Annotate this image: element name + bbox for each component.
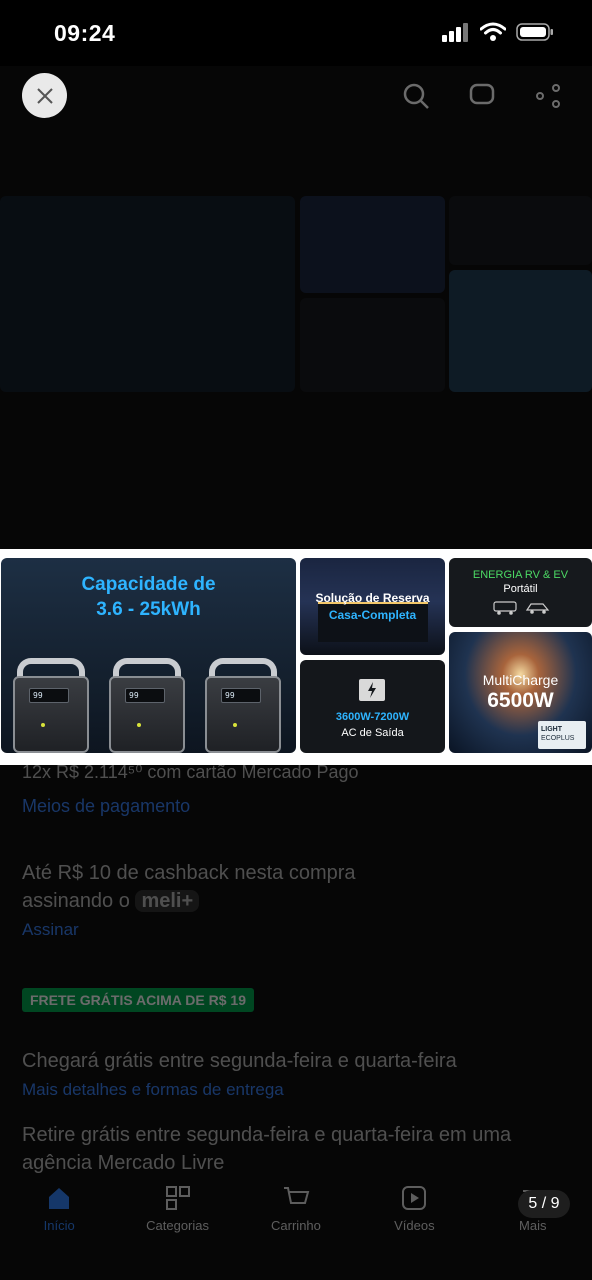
capacity-title-line1: Capacidade de — [81, 574, 216, 595]
cart-icon — [283, 1187, 310, 1204]
close-button[interactable] — [22, 73, 67, 118]
rv-subtitle: Portátil — [503, 583, 538, 595]
rv-title: ENERGIA RV & EV — [472, 569, 569, 581]
station-screen: 99 — [29, 688, 69, 703]
product-image[interactable]: Capacidade de 3.6 - 25kWh 99 99 99 Soluç… — [0, 549, 592, 765]
installments-text: 12x R$ 2.114⁵⁰ com cartão Mercado Pago — [22, 762, 359, 782]
ac-output-tile: 3600W-7200W AC de Saída — [300, 660, 445, 753]
close-icon — [36, 87, 53, 104]
capacity-title-line2: 3.6 - 25kWh — [96, 599, 201, 620]
watermark-line1: LIGHT — [541, 726, 562, 733]
multicharge-tile: MultiCharge 6500W LIGHT ECOPLUS — [449, 632, 592, 753]
payment-methods-link[interactable]: Meios de pagamento — [22, 796, 190, 817]
status-bar: 09:24 — [0, 0, 592, 66]
watermark-line2: ECOPLUS — [541, 735, 575, 742]
status-time: 09:24 — [54, 20, 116, 46]
search-icon[interactable] — [402, 82, 430, 110]
backup-subtitle: Casa-Completa — [328, 608, 417, 622]
delivery-text: Chegará grátis entre segunda-feira e qua… — [22, 1050, 457, 1072]
multicharge-title: MultiCharge — [482, 672, 559, 688]
pickup-text-2: agência Mercado Livre — [22, 1152, 225, 1174]
power-station-3: 99 — [205, 658, 281, 753]
nav-home-label: Início — [43, 1218, 75, 1233]
share-icon[interactable] — [534, 82, 562, 110]
rv-icon — [493, 601, 517, 615]
favorite-icon[interactable] — [468, 82, 496, 110]
nav-cart-label: Carrinho — [271, 1218, 321, 1233]
free-shipping-badge: FRETE GRÁTIS ACIMA DE R$ 19 — [22, 988, 254, 1012]
meli-plus-badge: meli+ — [135, 890, 200, 912]
station-screen: 99 — [125, 688, 165, 703]
cashback-text-2-label: assinando o — [22, 890, 130, 912]
car-icon — [525, 603, 550, 614]
nav-more-label: Mais — [519, 1218, 547, 1233]
wifi-icon — [480, 22, 506, 41]
categories-icon — [165, 1186, 190, 1210]
delivery-details-link[interactable]: Mais detalhes e formas de entrega — [22, 1080, 284, 1100]
videos-icon — [402, 1186, 427, 1210]
power-station-1: 99 — [13, 658, 89, 753]
watermark-logo: LIGHT ECOPLUS — [538, 721, 586, 749]
ac-range: 3600W-7200W — [335, 711, 410, 723]
power-station-2: 99 — [109, 658, 185, 753]
nav-home[interactable]: Início — [9, 1184, 109, 1280]
nav-categories[interactable]: Categorias — [128, 1184, 228, 1280]
rv-ev-tile: ENERGIA RV & EV Portátil — [449, 558, 592, 627]
cellular-signal-icon — [442, 23, 468, 42]
header-actions — [402, 82, 562, 110]
cashback-text-2: assinando o meli+ — [22, 890, 200, 913]
background-product-image — [0, 196, 592, 394]
page-counter: 5 / 9 — [518, 1190, 570, 1218]
nav-cart[interactable]: Carrinho — [246, 1184, 346, 1280]
backup-title: Solução de Reserva — [315, 591, 430, 605]
station-screen: 99 — [221, 688, 261, 703]
bottom-navigation: Início Categorias Carrinho Vídeos Mais — [0, 1174, 592, 1280]
nav-categories-label: Categorias — [146, 1218, 210, 1233]
battery-icon — [516, 23, 553, 41]
subscribe-link[interactable]: Assinar — [22, 920, 79, 940]
nav-videos[interactable]: Vídeos — [364, 1184, 464, 1280]
capacity-tile: Capacidade de 3.6 - 25kWh 99 99 99 — [1, 558, 296, 753]
home-icon — [49, 1188, 70, 1209]
ac-label: AC de Saída — [341, 727, 404, 739]
status-icons — [442, 22, 554, 42]
backup-solution-tile: Solução de Reserva Casa-Completa — [300, 558, 445, 655]
multicharge-value: 6500W — [487, 689, 554, 712]
power-outlet-icon — [359, 679, 385, 701]
cashback-text: Até R$ 10 de cashback nesta compra — [22, 862, 356, 884]
nav-videos-label: Vídeos — [394, 1218, 435, 1233]
pickup-text: Retire grátis entre segunda-feira e quar… — [22, 1124, 512, 1146]
